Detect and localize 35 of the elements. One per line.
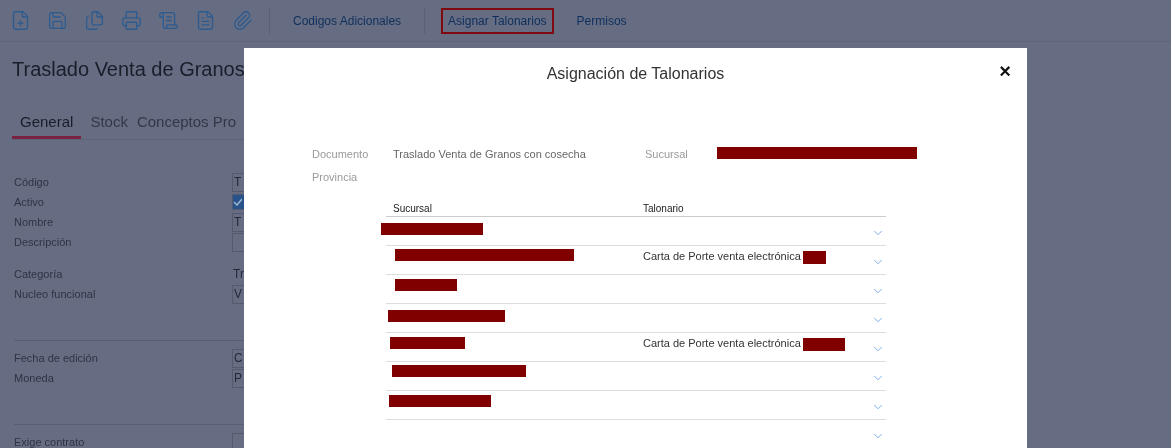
toolbar-link[interactable]: Codigos Adicionales [286, 7, 409, 34]
paperclip-icon[interactable] [232, 10, 253, 31]
save-icon[interactable] [47, 10, 68, 31]
tab[interactable]: General [12, 109, 82, 139]
toolbar-link[interactable]: Asignar Talonarios [441, 7, 554, 34]
printer-icon[interactable] [121, 10, 142, 31]
field-label: Provincia [312, 171, 359, 183]
field-label: Categoría [14, 268, 63, 280]
table-cell: Carta de Porte venta electrónica [643, 337, 801, 349]
field-label: Descripción [14, 236, 72, 248]
field-label: Fecha de edición [14, 352, 98, 364]
column-header: Talonario [642, 203, 685, 216]
page-title: Traslado Venta de Granos [11, 57, 245, 81]
tab[interactable]: Stock [90, 109, 128, 139]
file-plus-icon[interactable] [10, 10, 31, 31]
field-label: Exige contrato [14, 436, 85, 448]
dialog-title: Asignación de Talonarios [546, 64, 725, 83]
field-label: Nucleo funcional [14, 288, 96, 300]
checkbox[interactable] [232, 194, 244, 210]
field-label: Nombre [14, 216, 54, 228]
column-header: Sucursal [392, 203, 433, 216]
field-value: Traslado Venta de Granos con cosecha [393, 148, 587, 160]
tab[interactable]: Conceptos Pro [136, 109, 237, 139]
field-label: Código [14, 176, 49, 188]
field-label: Documento [312, 148, 370, 160]
field-value: Tr [233, 267, 244, 281]
documents-icon[interactable] [84, 10, 105, 31]
toolbar-link[interactable]: Permisos [569, 7, 634, 34]
field-label: Activo [14, 196, 44, 208]
table-cell: Carta de Porte venta electrónica [643, 250, 801, 262]
close-button[interactable]: × [997, 60, 1013, 83]
field-label: Moneda [14, 372, 54, 384]
field-label: Sucursal [645, 148, 689, 160]
scroll-icon[interactable] [158, 10, 179, 31]
document-icon[interactable] [195, 10, 216, 31]
